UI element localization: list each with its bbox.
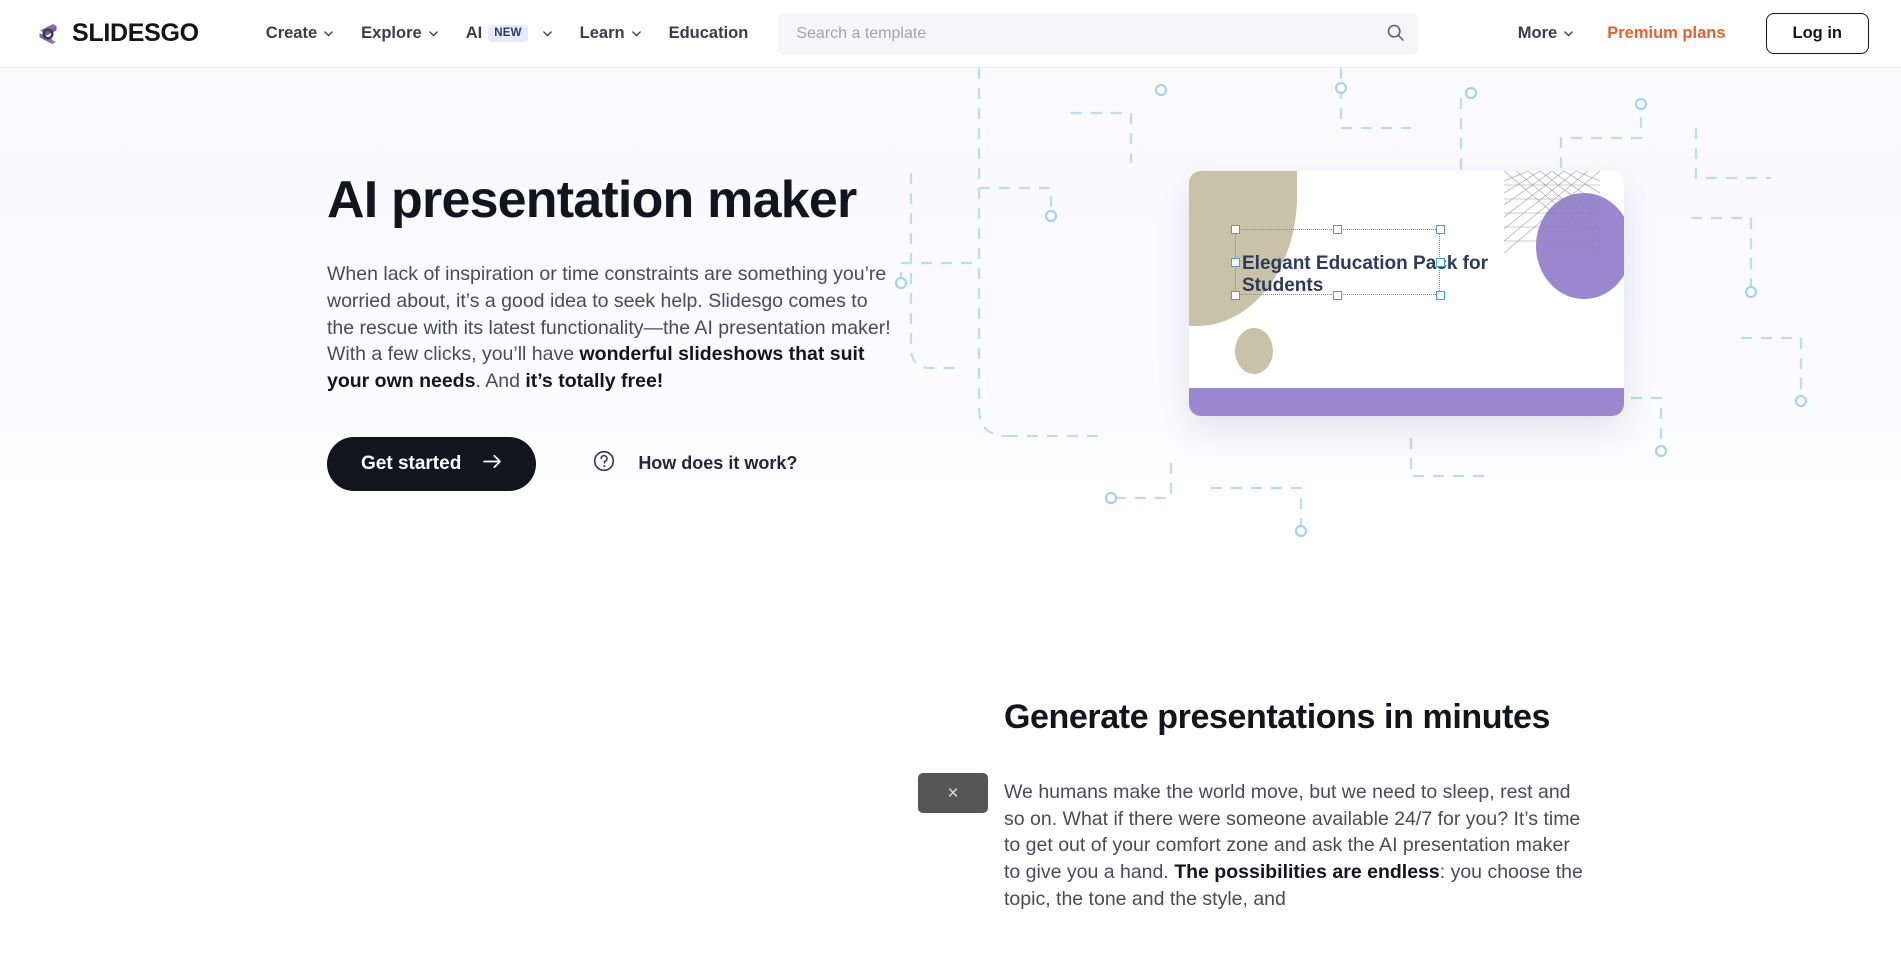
logo[interactable]: SLIDESGO — [33, 19, 199, 49]
nav-label: Education — [668, 24, 749, 42]
selection-handle[interactable] — [1435, 290, 1445, 300]
arrow-right-icon — [483, 453, 502, 475]
header-right-group: More Premium plans Log in — [1504, 13, 1869, 54]
page-root: SLIDESGO Create Explore AI NEW Learn Edu… — [0, 0, 1901, 953]
hero-paragraph: When lack of inspiration or time constra… — [327, 261, 897, 395]
chevron-down-icon — [323, 28, 334, 38]
new-badge: NEW — [488, 24, 528, 43]
selection-handle[interactable] — [1230, 224, 1240, 234]
question-circle-icon — [592, 449, 616, 478]
close-icon: × — [947, 782, 959, 804]
get-started-button[interactable]: Get started — [327, 436, 537, 491]
nav-label: More — [1517, 24, 1558, 42]
chevron-down-icon — [1563, 28, 1574, 38]
how-does-it-work-label: How does it work? — [638, 453, 798, 474]
nav-item-ai[interactable]: AI NEW — [452, 16, 566, 51]
hero-slide-mockup: Elegant Education Pack for Students — [1189, 171, 1624, 416]
selection-box — [1235, 229, 1440, 295]
nav-item-more[interactable]: More — [1504, 16, 1587, 51]
selection-handle[interactable] — [1230, 257, 1240, 267]
nav-label: Explore — [361, 24, 422, 42]
login-button[interactable]: Log in — [1765, 13, 1869, 54]
hero-section: Elegant Education Pack for Students AI p… — [0, 68, 1901, 568]
nav-label: Create — [265, 24, 318, 42]
nav-item-learn[interactable]: Learn — [566, 16, 655, 51]
section2-title: Generate presentations in minutes — [1004, 698, 1551, 736]
chevron-down-icon — [542, 28, 552, 38]
nav-label: AI — [465, 24, 483, 42]
slide-beige-dot — [1235, 328, 1273, 374]
search-box[interactable] — [778, 12, 1419, 55]
search-button[interactable] — [1380, 19, 1410, 49]
search-icon — [1386, 23, 1405, 45]
chevron-down-icon — [631, 28, 641, 38]
hero-para-bold2: it’s totally free! — [525, 370, 664, 392]
hero-copy: AI presentation maker When lack of inspi… — [327, 171, 927, 491]
selection-handle[interactable] — [1333, 290, 1342, 300]
generate-presentations-section: the columns Match each sentence with the… — [0, 568, 1901, 953]
slidesgo-logo-icon — [33, 19, 63, 49]
how-does-it-work-link[interactable]: How does it work? — [592, 449, 797, 478]
nav-label: Learn — [579, 24, 625, 42]
premium-plans-link[interactable]: Premium plans — [1591, 16, 1741, 51]
section2-copy: Generate presentations in minutes We hum… — [1004, 698, 1584, 913]
nav-item-explore[interactable]: Explore — [347, 16, 452, 51]
get-started-label: Get started — [361, 452, 462, 474]
slide-mesh-pattern — [1504, 171, 1600, 253]
main-nav: Create Explore AI NEW Learn Education — [252, 16, 763, 51]
search-input[interactable] — [778, 12, 1419, 55]
selection-handle[interactable] — [1435, 224, 1445, 234]
logo-text: SLIDESGO — [72, 19, 199, 47]
chevron-down-icon — [428, 28, 438, 38]
selection-handle[interactable] — [1435, 257, 1445, 267]
slide-bottom-band — [1189, 388, 1624, 416]
hero-cta-group: Get started How does it work? — [327, 436, 927, 491]
page-title: AI presentation maker — [327, 171, 857, 229]
section2-paragraph: We humans make the world move, but we ne… — [1004, 779, 1584, 913]
selection-handle[interactable] — [1333, 224, 1342, 234]
site-header: SLIDESGO Create Explore AI NEW Learn Edu… — [0, 0, 1901, 68]
nav-item-education[interactable]: Education — [655, 16, 763, 51]
close-button[interactable]: × — [918, 773, 988, 813]
section2-para-bold1: The possibilities are endless — [1174, 861, 1440, 884]
selection-handle[interactable] — [1230, 290, 1240, 300]
hero-illustration: Elegant Education Pack for Students — [871, 68, 1901, 568]
nav-item-create[interactable]: Create — [252, 16, 347, 51]
hero-para-part2: . And — [475, 370, 526, 392]
